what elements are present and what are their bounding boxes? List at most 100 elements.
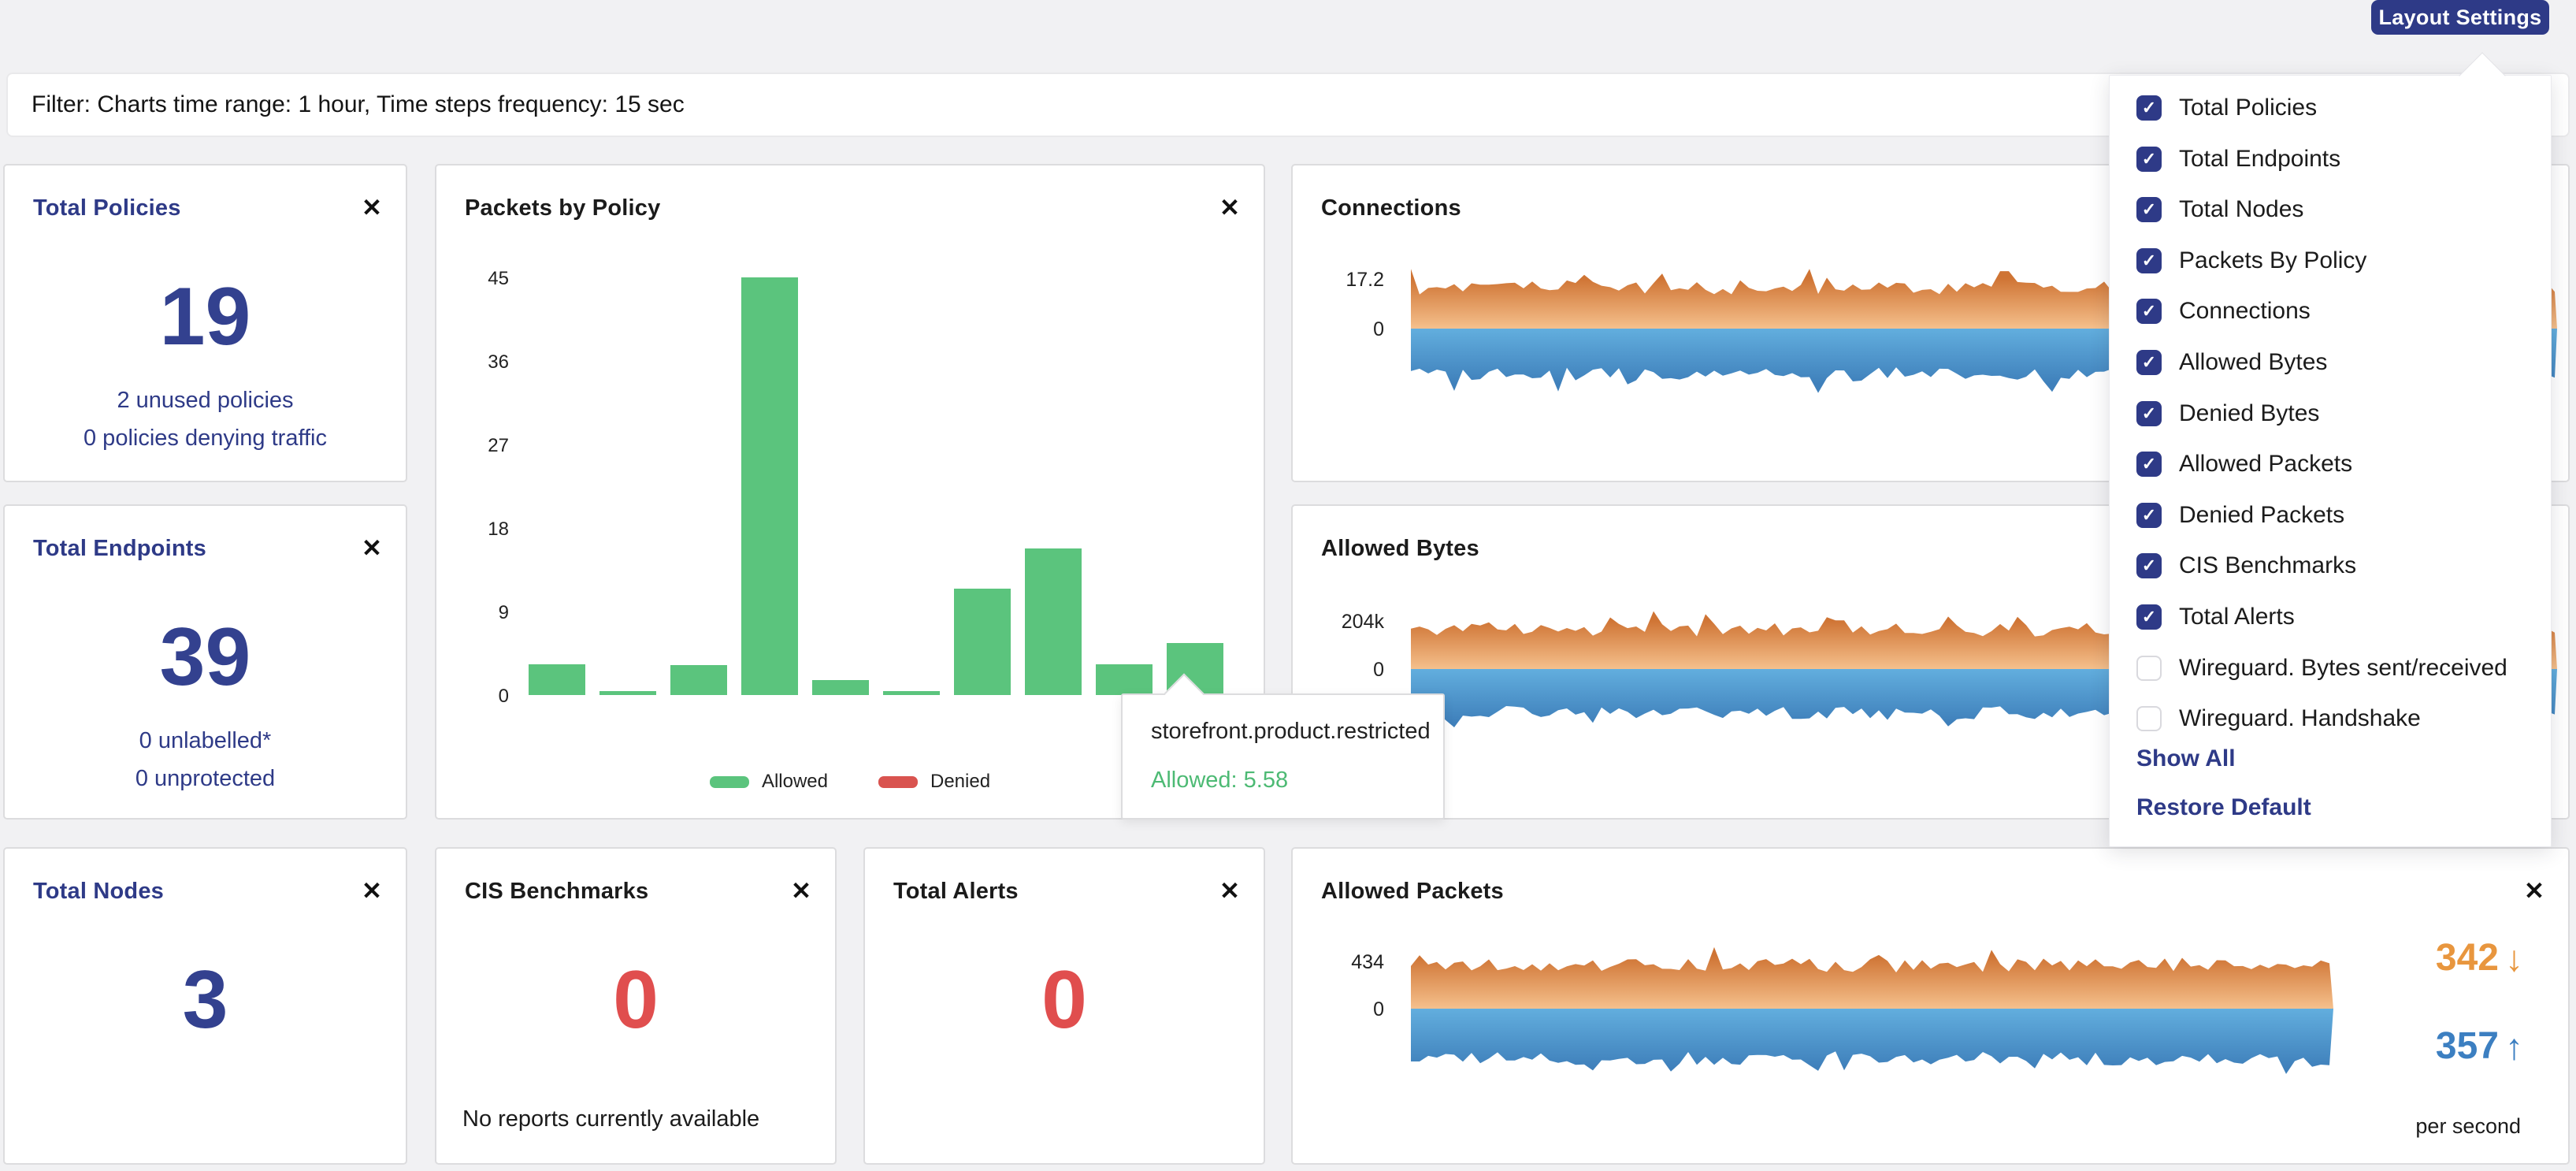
layout-option-total-policies[interactable]: ✓ Total Policies: [2136, 91, 2317, 125]
layout-option-denied-packets[interactable]: ✓ Denied Packets: [2136, 498, 2344, 533]
allowed-bar[interactable]: [1096, 664, 1153, 695]
restore-default-link[interactable]: Restore Default: [2136, 794, 2311, 821]
show-all-link[interactable]: Show All: [2136, 745, 2236, 772]
total-nodes-title: Total Nodes: [33, 879, 164, 905]
packets-up-stat: 357 ↑: [2436, 1028, 2523, 1065]
layout-option-allowed-bytes[interactable]: ✓ Allowed Bytes: [2136, 345, 2327, 380]
y-max-label: 204k: [1293, 611, 1384, 634]
layout-option-total-nodes[interactable]: ✓ Total Nodes: [2136, 192, 2303, 227]
arrow-down-icon: ↓: [2505, 940, 2523, 976]
total-endpoints-title: Total Endpoints: [33, 536, 206, 562]
y-max-label: 17.2: [1293, 269, 1384, 292]
checkbox-checked-icon[interactable]: ✓: [2136, 452, 2162, 477]
layout-option-label: Wireguard. Handshake: [2179, 705, 2421, 732]
total-policies-card: Total Policies ✕ 19 2 unused policies 0 …: [3, 164, 407, 482]
checkbox-checked-icon[interactable]: ✓: [2136, 503, 2162, 528]
close-icon[interactable]: ✕: [362, 195, 382, 220]
bar-tooltip: storefront.product.restricted Allowed: 5…: [1121, 693, 1445, 820]
arrow-up-icon: ↑: [2505, 1028, 2523, 1065]
allowed-bar[interactable]: [599, 691, 656, 695]
checkbox-checked-icon[interactable]: ✓: [2136, 147, 2162, 172]
layout-option-total-endpoints[interactable]: ✓ Total Endpoints: [2136, 142, 2340, 177]
layout-option-connections[interactable]: ✓ Connections: [2136, 294, 2311, 329]
legend-item-denied[interactable]: Denied: [878, 771, 990, 793]
checkbox-unchecked-icon[interactable]: [2136, 656, 2162, 681]
layout-option-label: Total Endpoints: [2179, 146, 2340, 173]
per-second-label: per second: [2415, 1114, 2521, 1139]
allowed-bar[interactable]: [883, 691, 940, 695]
tooltip-policy-name: storefront.product.restricted: [1151, 719, 1431, 745]
checkbox-checked-icon[interactable]: ✓: [2136, 350, 2162, 375]
layout-option-label: Connections: [2179, 298, 2311, 325]
packets-down-stat: 342 ↓: [2436, 939, 2523, 977]
checkbox-checked-icon[interactable]: ✓: [2136, 197, 2162, 222]
total-endpoints-value: 39: [5, 616, 406, 698]
checkbox-checked-icon[interactable]: ✓: [2136, 401, 2162, 426]
close-icon[interactable]: ✕: [362, 879, 382, 903]
y-zero-label: 0: [1293, 318, 1384, 341]
total-alerts-card: Total Alerts ✕ 0: [863, 847, 1265, 1165]
close-icon[interactable]: ✕: [791, 879, 811, 903]
no-reports-text: No reports currently available: [462, 1106, 759, 1132]
total-policies-value: 19: [5, 276, 406, 358]
layout-option-label: Allowed Packets: [2179, 451, 2352, 478]
unprotected-text: 0 unprotected: [5, 766, 406, 792]
bar-chart-plot[interactable]: [529, 165, 1267, 695]
allowed-bar[interactable]: [812, 680, 869, 695]
layout-option-cis-benchmarks[interactable]: ✓ CIS Benchmarks: [2136, 548, 2356, 583]
allowed-bar[interactable]: [529, 664, 585, 695]
layout-option-label: Total Policies: [2179, 95, 2317, 121]
layout-settings-button[interactable]: Layout Settings: [2371, 0, 2549, 35]
y-tick-label: 45: [436, 268, 509, 290]
y-tick-label: 36: [436, 351, 509, 374]
unused-policies-text: 2 unused policies: [5, 388, 406, 414]
allowed-bar[interactable]: [741, 277, 798, 695]
layout-option-wireguard-handshake[interactable]: Wireguard. Handshake: [2136, 701, 2421, 736]
cis-benchmarks-card: CIS Benchmarks ✕ 0 No reports currently …: [435, 847, 837, 1165]
total-alerts-value: 0: [865, 959, 1264, 1041]
close-icon[interactable]: ✕: [1219, 879, 1240, 903]
layout-option-label: Total Alerts: [2179, 604, 2295, 630]
total-nodes-card: Total Nodes ✕ 3: [3, 847, 407, 1165]
allowed-packets-area-chart[interactable]: [1411, 937, 2333, 1095]
filter-summary-text: Filter: Charts time range: 1 hour, Time …: [32, 91, 685, 118]
layout-option-label: Allowed Bytes: [2179, 349, 2327, 376]
allowed-packets-title: Allowed Packets: [1321, 879, 1504, 905]
legend-item-allowed[interactable]: Allowed: [710, 771, 828, 793]
denied-swatch-icon: [878, 776, 918, 788]
layout-option-wireguard-bytes-sent-received[interactable]: Wireguard. Bytes sent/received: [2136, 651, 2507, 686]
layout-option-label: Denied Packets: [2179, 502, 2344, 529]
checkbox-checked-icon[interactable]: ✓: [2136, 248, 2162, 273]
cis-benchmarks-value: 0: [436, 959, 835, 1041]
y-tick-label: 9: [436, 602, 509, 624]
allowed-bar[interactable]: [954, 589, 1011, 695]
checkbox-checked-icon[interactable]: ✓: [2136, 604, 2162, 630]
cis-benchmarks-title: CIS Benchmarks: [465, 879, 648, 905]
y-tick-label: 18: [436, 519, 509, 541]
allowed-swatch-icon: [710, 776, 749, 788]
close-icon[interactable]: ✕: [2524, 879, 2544, 903]
layout-option-packets-by-policy[interactable]: ✓ Packets By Policy: [2136, 243, 2366, 278]
allowed-bar[interactable]: [670, 665, 727, 695]
checkbox-checked-icon[interactable]: ✓: [2136, 95, 2162, 121]
close-icon[interactable]: ✕: [362, 536, 382, 560]
layout-option-allowed-packets[interactable]: ✓ Allowed Packets: [2136, 447, 2352, 481]
y-zero-label: 0: [1293, 659, 1384, 682]
layout-option-label: CIS Benchmarks: [2179, 552, 2356, 579]
layout-option-label: Total Nodes: [2179, 196, 2303, 223]
layout-option-denied-bytes[interactable]: ✓Denied Bytes: [2136, 396, 2319, 431]
allowed-bar[interactable]: [1025, 548, 1082, 695]
checkbox-checked-icon[interactable]: ✓: [2136, 553, 2162, 578]
layout-option-total-alerts[interactable]: ✓ Total Alerts: [2136, 600, 2295, 634]
tooltip-allowed-value: Allowed: 5.58: [1151, 768, 1288, 794]
checkbox-checked-icon[interactable]: ✓: [2136, 299, 2162, 324]
total-policies-title: Total Policies: [33, 195, 181, 221]
denying-policies-text: 0 policies denying traffic: [5, 426, 406, 452]
allowed-packets-card: Allowed Packets ✕ 434 0 342 ↓ 357 ↑ per …: [1291, 847, 2570, 1165]
checkbox-unchecked-icon[interactable]: [2136, 706, 2162, 731]
y-tick-label: 27: [436, 435, 509, 457]
y-zero-label: 0: [1293, 998, 1384, 1021]
total-nodes-value: 3: [5, 959, 406, 1041]
unlabelled-text: 0 unlabelled*: [5, 728, 406, 754]
layout-option-label: Packets By Policy: [2179, 247, 2366, 274]
